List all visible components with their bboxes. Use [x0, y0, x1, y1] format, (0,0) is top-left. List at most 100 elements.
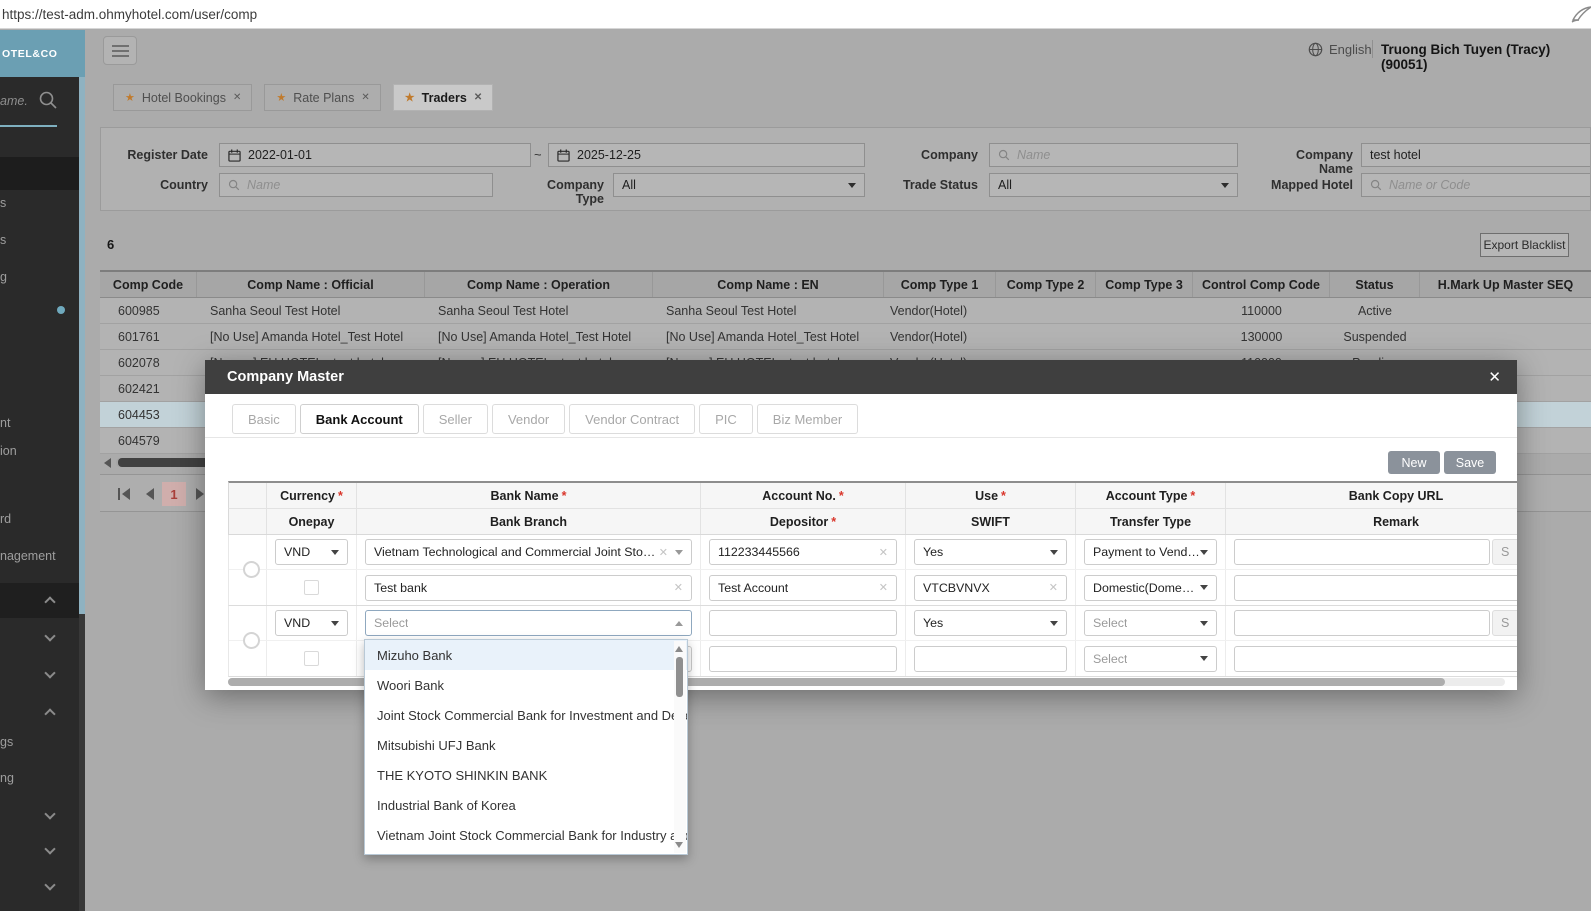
dropdown-option[interactable]: Woori Bank	[365, 670, 687, 700]
close-icon[interactable]: ✕	[361, 92, 369, 103]
dropdown-scrollbar[interactable]	[674, 641, 686, 853]
remark-input[interactable]	[1234, 575, 1517, 601]
sidebar-item[interactable]: s	[0, 233, 6, 247]
scroll-down-icon[interactable]	[675, 842, 683, 848]
browser-url-bar[interactable]: https://test-adm.ohmyhotel.com/user/comp	[0, 0, 1591, 29]
company-type-select[interactable]: All	[613, 173, 865, 197]
sidebar-scrollbar-thumb[interactable]	[79, 77, 85, 614]
tab-traders[interactable]: ★ Traders ✕	[393, 84, 493, 111]
sidebar-section-active[interactable]	[0, 583, 79, 618]
current-page-button[interactable]: 1	[162, 482, 186, 506]
modal-tab-vendor-contract[interactable]: Vendor Contract	[569, 404, 695, 434]
dropdown-option[interactable]: Industrial Bank of Korea	[365, 790, 687, 820]
new-button[interactable]: New	[1388, 451, 1440, 474]
swift-input[interactable]	[914, 646, 1067, 672]
sidebar-item-active[interactable]	[0, 157, 79, 190]
clear-icon[interactable]: ✕	[1049, 581, 1058, 594]
transfer-type-select[interactable]: Select	[1084, 646, 1217, 672]
depositor-input[interactable]: Test Account ✕	[709, 575, 897, 601]
depositor-input[interactable]	[709, 646, 897, 672]
sidebar-search-input[interactable]: ame.	[0, 94, 28, 108]
language-switcher[interactable]: English	[1308, 42, 1372, 57]
dropdown-option[interactable]: Mitsubishi UFJ Bank	[365, 730, 687, 760]
table-row[interactable]: 601761 [No Use] Amanda Hotel_Test Hotel …	[100, 324, 1591, 350]
use-select[interactable]: Yes	[914, 539, 1067, 565]
trade-status-select[interactable]: All	[989, 173, 1238, 197]
dropdown-option[interactable]: Joint Stock Commercial Bank for Investme…	[365, 700, 687, 730]
tab-rate-plans[interactable]: ★ Rate Plans ✕	[264, 84, 380, 111]
close-icon[interactable]: ✕	[233, 92, 241, 103]
menu-toggle-button[interactable]	[103, 36, 137, 65]
close-icon[interactable]: ✕	[474, 92, 482, 103]
use-select[interactable]: Yes	[914, 610, 1067, 636]
modal-tab-vendor[interactable]: Vendor	[492, 404, 565, 434]
clear-icon[interactable]: ✕	[879, 546, 888, 559]
export-blacklist-button[interactable]: Export Blacklist	[1480, 233, 1569, 257]
clear-icon[interactable]: ✕	[674, 581, 683, 594]
prev-page-icon[interactable]	[146, 488, 154, 500]
account-type-select[interactable]: Payment to Vendors	[1084, 539, 1217, 565]
dropdown-option[interactable]: Vietnam Joint Stock Commercial Bank for …	[365, 820, 687, 850]
sidebar-item[interactable]: nagement	[0, 549, 56, 563]
sidebar-item[interactable]: ng	[0, 771, 14, 785]
user-name[interactable]: Truong Bich Tuyen (Tracy)(90051)	[1381, 42, 1591, 72]
sidebar-item[interactable]: ion	[0, 444, 17, 458]
chevron-down-icon[interactable]	[44, 667, 55, 678]
bank-name-select-open[interactable]: Select	[365, 610, 692, 636]
swift-input[interactable]: VTCBVNVX ✕	[914, 575, 1067, 601]
onepay-checkbox[interactable]	[304, 651, 319, 666]
search-icon[interactable]	[38, 90, 58, 110]
chevron-down-icon[interactable]	[44, 630, 55, 641]
sidebar-scrollbar[interactable]	[79, 77, 85, 911]
close-icon[interactable]: ✕	[1488, 368, 1501, 386]
remark-input[interactable]	[1234, 646, 1517, 672]
modal-tab-seller[interactable]: Seller	[423, 404, 488, 434]
register-date-to-input[interactable]: 2025-12-25	[548, 143, 865, 167]
first-page-icon[interactable]	[118, 488, 120, 500]
url-search-button[interactable]: S	[1492, 610, 1517, 636]
sidebar-item[interactable]: rd	[0, 512, 11, 526]
chevron-up-icon[interactable]	[44, 708, 55, 719]
currency-select[interactable]: VND	[275, 539, 348, 565]
chevron-down-icon[interactable]	[44, 808, 55, 819]
account-type-select[interactable]: Select	[1084, 610, 1217, 636]
sidebar-item[interactable]: nt	[0, 416, 10, 430]
chevron-down-icon[interactable]	[44, 879, 55, 890]
modal-tab-basic[interactable]: Basic	[232, 404, 296, 434]
scroll-up-icon[interactable]	[675, 646, 683, 652]
modal-tab-biz-member[interactable]: Biz Member	[757, 404, 858, 434]
next-page-icon[interactable]	[196, 488, 204, 500]
bank-copy-url-input[interactable]	[1234, 610, 1490, 636]
mapped-hotel-search-input[interactable]: Name or Code	[1361, 173, 1591, 197]
register-date-from-input[interactable]: 2022-01-01	[219, 143, 531, 167]
sidebar-item[interactable]: s	[0, 196, 6, 210]
bank-copy-url-input[interactable]	[1234, 539, 1490, 565]
dropdown-scrollbar-thumb[interactable]	[676, 657, 683, 697]
dropdown-option[interactable]: Mizuho Bank	[365, 640, 687, 670]
company-search-input[interactable]: Name	[989, 143, 1238, 167]
currency-select[interactable]: VND	[275, 610, 348, 636]
table-row[interactable]: 600985 Sanha Seoul Test Hotel Sanha Seou…	[100, 298, 1591, 324]
clear-icon[interactable]: ✕	[659, 546, 668, 559]
chevron-down-icon[interactable]	[44, 843, 55, 854]
first-page-icon[interactable]	[122, 488, 130, 500]
pen-icon[interactable]	[1570, 4, 1591, 24]
url-search-button[interactable]: S	[1492, 539, 1517, 565]
modal-tab-pic[interactable]: PIC	[699, 404, 753, 434]
company-name-input[interactable]: test hotel	[1361, 143, 1591, 167]
bank-branch-input[interactable]: Test bank ✕	[365, 575, 692, 601]
modal-tab-bank-account[interactable]: Bank Account	[300, 404, 419, 434]
country-search-input[interactable]: Name	[219, 173, 493, 197]
tab-hotel-bookings[interactable]: ★ Hotel Bookings ✕	[113, 84, 252, 111]
transfer-type-select[interactable]: Domestic(Domestic)	[1084, 575, 1217, 601]
scroll-left-icon[interactable]	[104, 458, 111, 468]
dropdown-option[interactable]: THE KYOTO SHINKIN BANK	[365, 760, 687, 790]
account-no-input[interactable]	[709, 610, 897, 636]
onepay-checkbox[interactable]	[304, 580, 319, 595]
sidebar-item[interactable]: g	[0, 270, 7, 284]
bank-name-select[interactable]: Vietnam Technological and Commercial Joi…	[365, 539, 692, 565]
account-no-input[interactable]: 112233445566 ✕	[709, 539, 897, 565]
clear-icon[interactable]: ✕	[879, 581, 888, 594]
sidebar-item[interactable]: gs	[0, 735, 13, 749]
save-button[interactable]: Save	[1444, 451, 1496, 474]
